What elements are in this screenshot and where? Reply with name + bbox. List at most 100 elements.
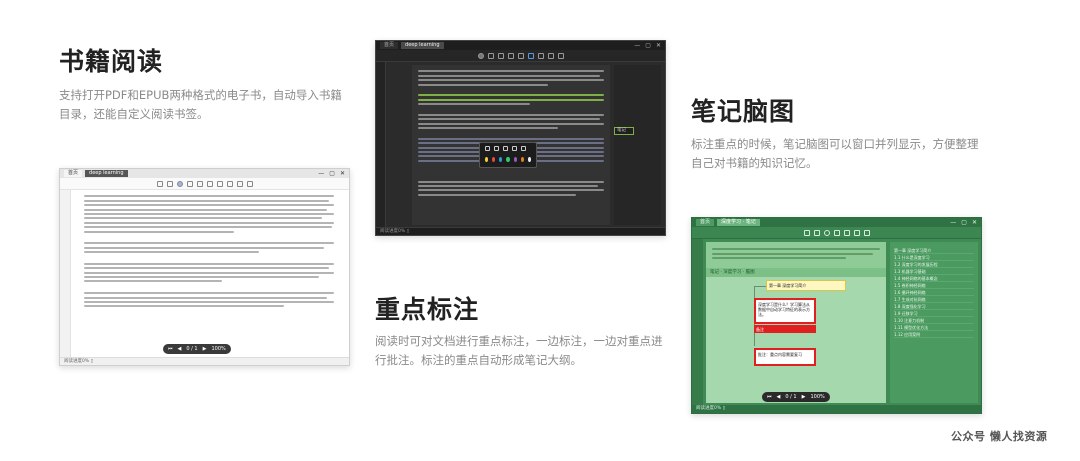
tab-home[interactable]: 首页 [380, 42, 399, 49]
color-swatch[interactable] [499, 157, 503, 162]
tab-home[interactable]: 首页 [696, 219, 715, 226]
maximize-icon[interactable]: ▢ [645, 42, 651, 49]
close-icon[interactable]: ✕ [656, 42, 661, 49]
pen-icon[interactable] [833, 229, 840, 236]
more-tool-icon[interactable] [521, 146, 526, 151]
feature-desc-highlight: 阅读时可对文档进行重点标注，一边标注，一边对重点进行批注。标注的重点自动形成笔记… [375, 334, 663, 367]
undo-icon[interactable] [803, 229, 810, 236]
close-icon[interactable]: ✕ [340, 170, 345, 177]
eraser-icon[interactable] [196, 180, 203, 187]
outline-item[interactable]: 第一章 深度学习简介 [894, 247, 974, 254]
tab-bar: 首页 深度学习 · 笔记 — ▢ ✕ [692, 218, 981, 227]
shape-icon[interactable] [206, 180, 213, 187]
close-icon[interactable]: ✕ [972, 219, 977, 226]
underline-tool-icon[interactable] [494, 146, 499, 151]
tab-document[interactable]: 深度学习 · 笔记 [717, 219, 760, 226]
next-page-icon[interactable]: ▶ [203, 346, 207, 352]
color-swatch[interactable] [492, 157, 496, 162]
pen-icon[interactable] [186, 180, 193, 187]
status-bar: 阅读进度0% ▯ [692, 405, 981, 413]
outline-item[interactable]: 1.7 生成对抗网络 [894, 296, 974, 303]
outline-item[interactable]: 1.2 深度学习的发展历程 [894, 261, 974, 268]
mindmap-node-comment[interactable]: 批注：重点内容需要复习 [754, 348, 816, 366]
redo-icon[interactable] [166, 180, 173, 187]
maximize-icon[interactable]: ▢ [329, 170, 335, 177]
tab-home[interactable]: 首页 [64, 170, 83, 177]
color-swatch[interactable] [520, 157, 524, 162]
reader-toolbar [692, 227, 981, 239]
note-icon[interactable] [547, 52, 554, 59]
zoom-level: 100% [810, 394, 825, 400]
shape-icon[interactable] [843, 229, 850, 236]
tab-bar: 首页 deep learning — ▢ ✕ [376, 41, 665, 50]
mindmap-node-highlight[interactable]: 深度学习是什么？学习算法从数据中自动学习特征的表示方法。 [754, 298, 816, 324]
tab-bar: 首页 deep learning — ▢ ✕ [60, 169, 349, 178]
page-number: 0 / 1 [186, 346, 198, 352]
tab-document[interactable]: deep learning [401, 42, 444, 49]
bookmark-icon[interactable] [527, 52, 534, 59]
mindmap-node-root[interactable]: 第一章 深度学习简介 [766, 280, 846, 291]
feature-title-reading: 书籍阅读 [59, 47, 164, 76]
select-tool-icon[interactable] [823, 229, 830, 236]
mindmap-canvas[interactable]: 笔记 · 深度学习 · 脑图 第一章 深度学习简介 深度学习是什么？学习算法从数… [706, 268, 886, 403]
color-swatch[interactable] [513, 157, 517, 162]
first-page-icon[interactable]: ⏮ [168, 346, 173, 352]
minimize-icon[interactable]: — [950, 219, 956, 226]
outline-item[interactable]: 1.4 神经网络的基本概念 [894, 275, 974, 282]
mindmap-window-screenshot: 首页 深度学习 · 笔记 — ▢ ✕ 笔记 · 深度学习 · 脑图 第一章 深度… [691, 217, 982, 414]
first-page-icon[interactable]: ⏮ [767, 394, 772, 400]
outline-item[interactable]: 1.8 深度强化学习 [894, 303, 974, 310]
minimize-icon[interactable]: — [318, 170, 324, 177]
note-tag[interactable]: 笔记 [614, 127, 634, 135]
outline-item[interactable]: 1.11 模型优化方法 [894, 324, 974, 331]
highlight-tool-icon[interactable] [485, 146, 490, 151]
color-swatch[interactable] [485, 157, 489, 162]
comment-tool-icon[interactable] [503, 146, 508, 151]
tab-document[interactable]: deep learning [85, 170, 128, 177]
feature-title-mindmap: 笔记脑图 [691, 97, 796, 126]
color-swatch[interactable] [506, 157, 510, 162]
prev-page-icon[interactable]: ◀ [777, 394, 781, 400]
outline-item[interactable]: 1.10 注意力机制 [894, 317, 974, 324]
outline-item[interactable]: 1.9 迁移学习 [894, 310, 974, 317]
text-icon[interactable] [517, 52, 524, 59]
outline-item[interactable]: 1.3 机器学习基础 [894, 268, 974, 275]
feature-title-highlight: 重点标注 [375, 295, 480, 324]
page-number: 0 / 1 [785, 394, 797, 400]
note-icon[interactable] [246, 180, 253, 187]
mindmap-node-tag[interactable]: 备注 [754, 325, 816, 333]
notes-outline-panel: 第一章 深度学习简介 1.1 什么是深度学习 1.2 深度学习的发展历程 1.3 机器… [890, 242, 978, 403]
text-icon[interactable] [853, 229, 860, 236]
color-swatch[interactable] [527, 157, 531, 162]
shape-icon[interactable] [507, 52, 514, 59]
settings-icon[interactable] [557, 52, 564, 59]
copy-tool-icon[interactable] [512, 146, 517, 151]
zoom-level: 100% [211, 346, 226, 352]
outline-item[interactable]: 1.6 循环神经网络 [894, 289, 974, 296]
outline-item[interactable]: 1.5 卷积神经网络 [894, 282, 974, 289]
page-navigator[interactable]: ⏮ ◀ 0 / 1 ▶ 100% [163, 344, 231, 354]
highlight-icon[interactable] [236, 180, 243, 187]
outline-item[interactable]: 1.1 什么是深度学习 [894, 254, 974, 261]
eraser-icon[interactable] [497, 52, 504, 59]
reader-sidebar [376, 62, 386, 227]
mindmap-icon[interactable] [863, 229, 870, 236]
undo-icon[interactable] [156, 180, 163, 187]
next-page-icon[interactable]: ▶ [802, 394, 806, 400]
select-tool-icon[interactable] [176, 180, 183, 187]
color-palette [480, 154, 536, 165]
pen-icon[interactable] [487, 52, 494, 59]
page-navigator[interactable]: ⏮ ◀ 0 / 1 ▶ 100% [762, 392, 830, 402]
highlight-icon[interactable] [537, 52, 544, 59]
bookmark-icon[interactable] [226, 180, 233, 187]
text-icon[interactable] [216, 180, 223, 187]
minimize-icon[interactable]: — [634, 42, 640, 49]
redo-icon[interactable] [813, 229, 820, 236]
note-panel: 笔记 [614, 65, 661, 225]
outline-item[interactable]: 1.12 应用案例 [894, 331, 974, 338]
select-tool-icon[interactable] [477, 52, 484, 59]
prev-page-icon[interactable]: ◀ [178, 346, 182, 352]
feature-desc-reading: 支持打开PDF和EPUB两种格式的电子书，自动导入书籍目录，还能自定义阅读书签。 [59, 88, 342, 121]
maximize-icon[interactable]: ▢ [961, 219, 967, 226]
reader-window-screenshot: 首页 deep learning — ▢ ✕ ⏮ ◀ 0 / 1 ▶ 100% … [59, 168, 350, 366]
